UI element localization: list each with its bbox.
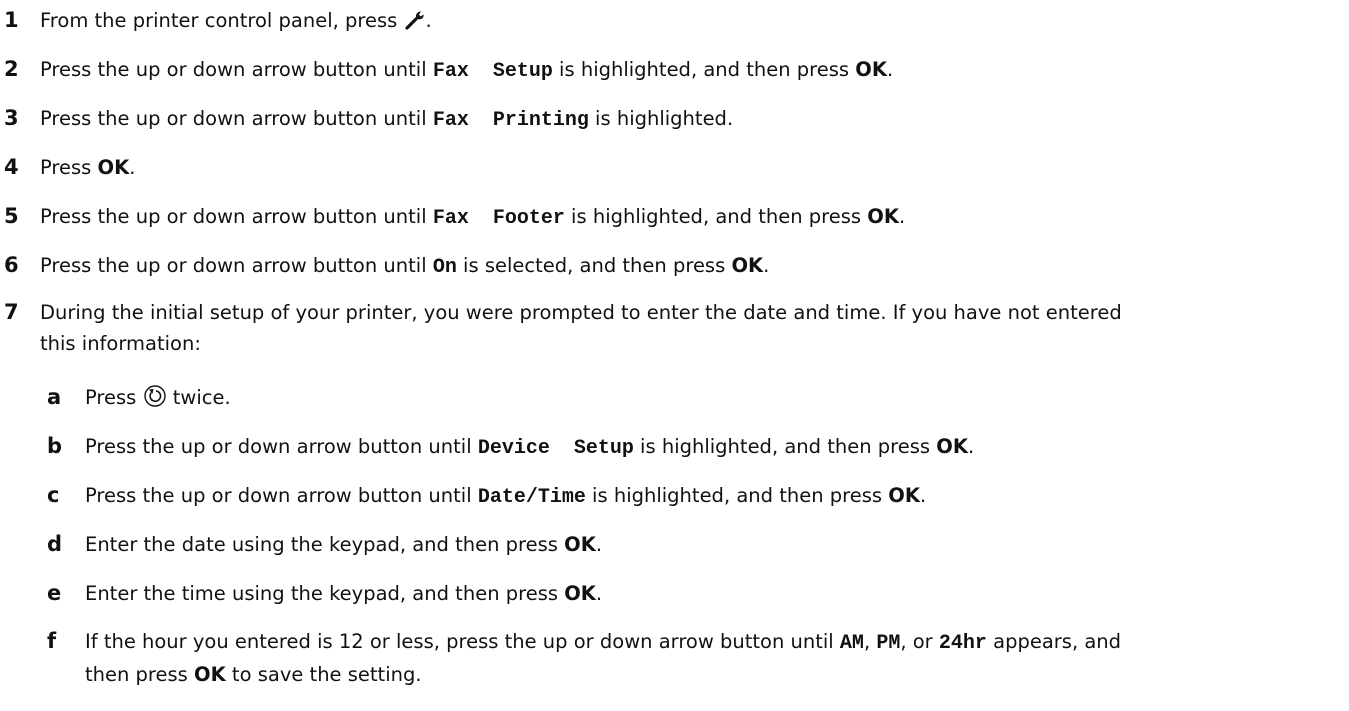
substep-letter: a [47,385,62,409]
substep-letter: f [47,629,57,653]
option-pm: PM [876,632,901,655]
step-text-part: Press the up or down arrow button until [40,107,433,130]
step-text-part: is highlighted, and then press [585,484,889,507]
step-text-part: . [595,533,603,556]
step-text-part: Enter the date using the keypad, and the… [85,533,565,556]
step-number: 4 [4,155,19,179]
menu-item-device-setup: Device Setup [477,437,634,460]
option-am: AM [839,632,864,655]
substep-letter: c [47,483,60,507]
step-text-part: Press the up or down arrow button until [40,254,433,277]
substep-letter: e [47,581,62,605]
step-number: 7 [4,300,19,324]
step-text-part: is selected, and then press [456,254,732,277]
step-text-part: . [595,582,603,605]
step-text-part: is highlighted, and then press [552,58,856,81]
step-text-part: Press the up or down arrow button until [85,484,478,507]
back-icon [143,384,167,417]
step-text-part: is highlighted, and then press [633,435,937,458]
step-text-part: . [967,435,975,458]
ok-label: OK [194,663,226,686]
substep-text: If the hour you entered is 12 or less, p… [85,626,1340,690]
menu-item-on: On [432,256,457,279]
step-text-part: . [425,9,432,32]
ok-label: OK [97,156,130,179]
instruction-document: 1 From the printer control panel, press … [0,0,1349,711]
step-text: Press the up or down arrow button until … [40,201,1340,234]
step-number: 2 [4,57,19,81]
step-text-part: . [886,58,894,81]
step-text-part: . [898,205,906,228]
step-text-part: From the printer control panel, press [40,9,404,32]
step-text: Press the up or down arrow button until … [40,250,1340,283]
step-text-part: Press the up or down arrow button until [40,205,433,228]
step-text-line: then press OK to save the setting. [85,659,1340,690]
option-24hr: 24hr [938,632,987,655]
substep-f: f If the hour you entered is 12 or less,… [0,626,1340,692]
step-text: Press OK. [40,152,1340,183]
step-text-part: , [863,630,877,653]
ok-label: OK [731,254,764,277]
menu-item-fax-setup: Fax Setup [432,60,553,83]
step-text-part: . [129,156,136,179]
menu-item-fax-printing: Fax Printing [432,109,589,132]
step-text-part: Press [85,386,143,409]
substep-text: Press the up or down arrow button until … [85,480,1340,513]
step-text-part: . [763,254,770,277]
step-text-part: is highlighted, and then press [564,205,868,228]
step-text-part: twice. [166,386,231,409]
ok-label: OK [867,205,899,228]
step-7: 7 During the initial setup of your print… [0,297,1340,363]
step-text-part: is highlighted. [588,107,734,130]
menu-item-date-time: Date/Time [477,486,586,509]
substep-text: Enter the time using the keypad, and the… [85,578,1340,609]
substep-text: Enter the date using the keypad, and the… [85,529,1340,560]
step-text-part: appears, and [986,630,1122,653]
step-text-part: , or [900,630,939,653]
step-number: 3 [4,106,19,130]
ok-label: OK [564,582,596,605]
step-text-part: then press [85,663,195,686]
step-text: Press the up or down arrow button until … [40,54,1340,87]
step-text-part: Press the up or down arrow button until [85,435,478,458]
step-text-part: If the hour you entered is 12 or less, p… [85,630,840,653]
step-text-part: to save the setting. [225,663,422,686]
step-text: During the initial setup of your printer… [40,297,1340,359]
substep-text: Press twice. [85,382,1340,417]
ok-label: OK [855,58,887,81]
menu-item-fax-footer: Fax Footer [432,207,565,230]
step-text-part: . [919,484,927,507]
step-text-line: If the hour you entered is 12 or less, p… [85,626,1340,659]
step-text-line: During the initial setup of your printer… [40,301,1122,324]
step-text: From the printer control panel, press . [40,5,1340,40]
substep-letter: b [47,434,63,458]
ok-label: OK [564,533,596,556]
step-text: Press the up or down arrow button until … [40,103,1340,136]
step-text-part: Press [40,156,98,179]
step-text-part: Press the up or down arrow button until [40,58,433,81]
ok-label: OK [888,484,920,507]
step-number: 6 [4,253,19,277]
substep-text: Press the up or down arrow button until … [85,431,1340,464]
step-number: 1 [4,8,19,32]
step-number: 5 [4,204,19,228]
step-text-part: Enter the time using the keypad, and the… [85,582,565,605]
step-text-line: this information: [40,332,201,355]
wrench-icon [404,9,426,40]
substep-letter: d [47,532,63,556]
ok-label: OK [936,435,968,458]
